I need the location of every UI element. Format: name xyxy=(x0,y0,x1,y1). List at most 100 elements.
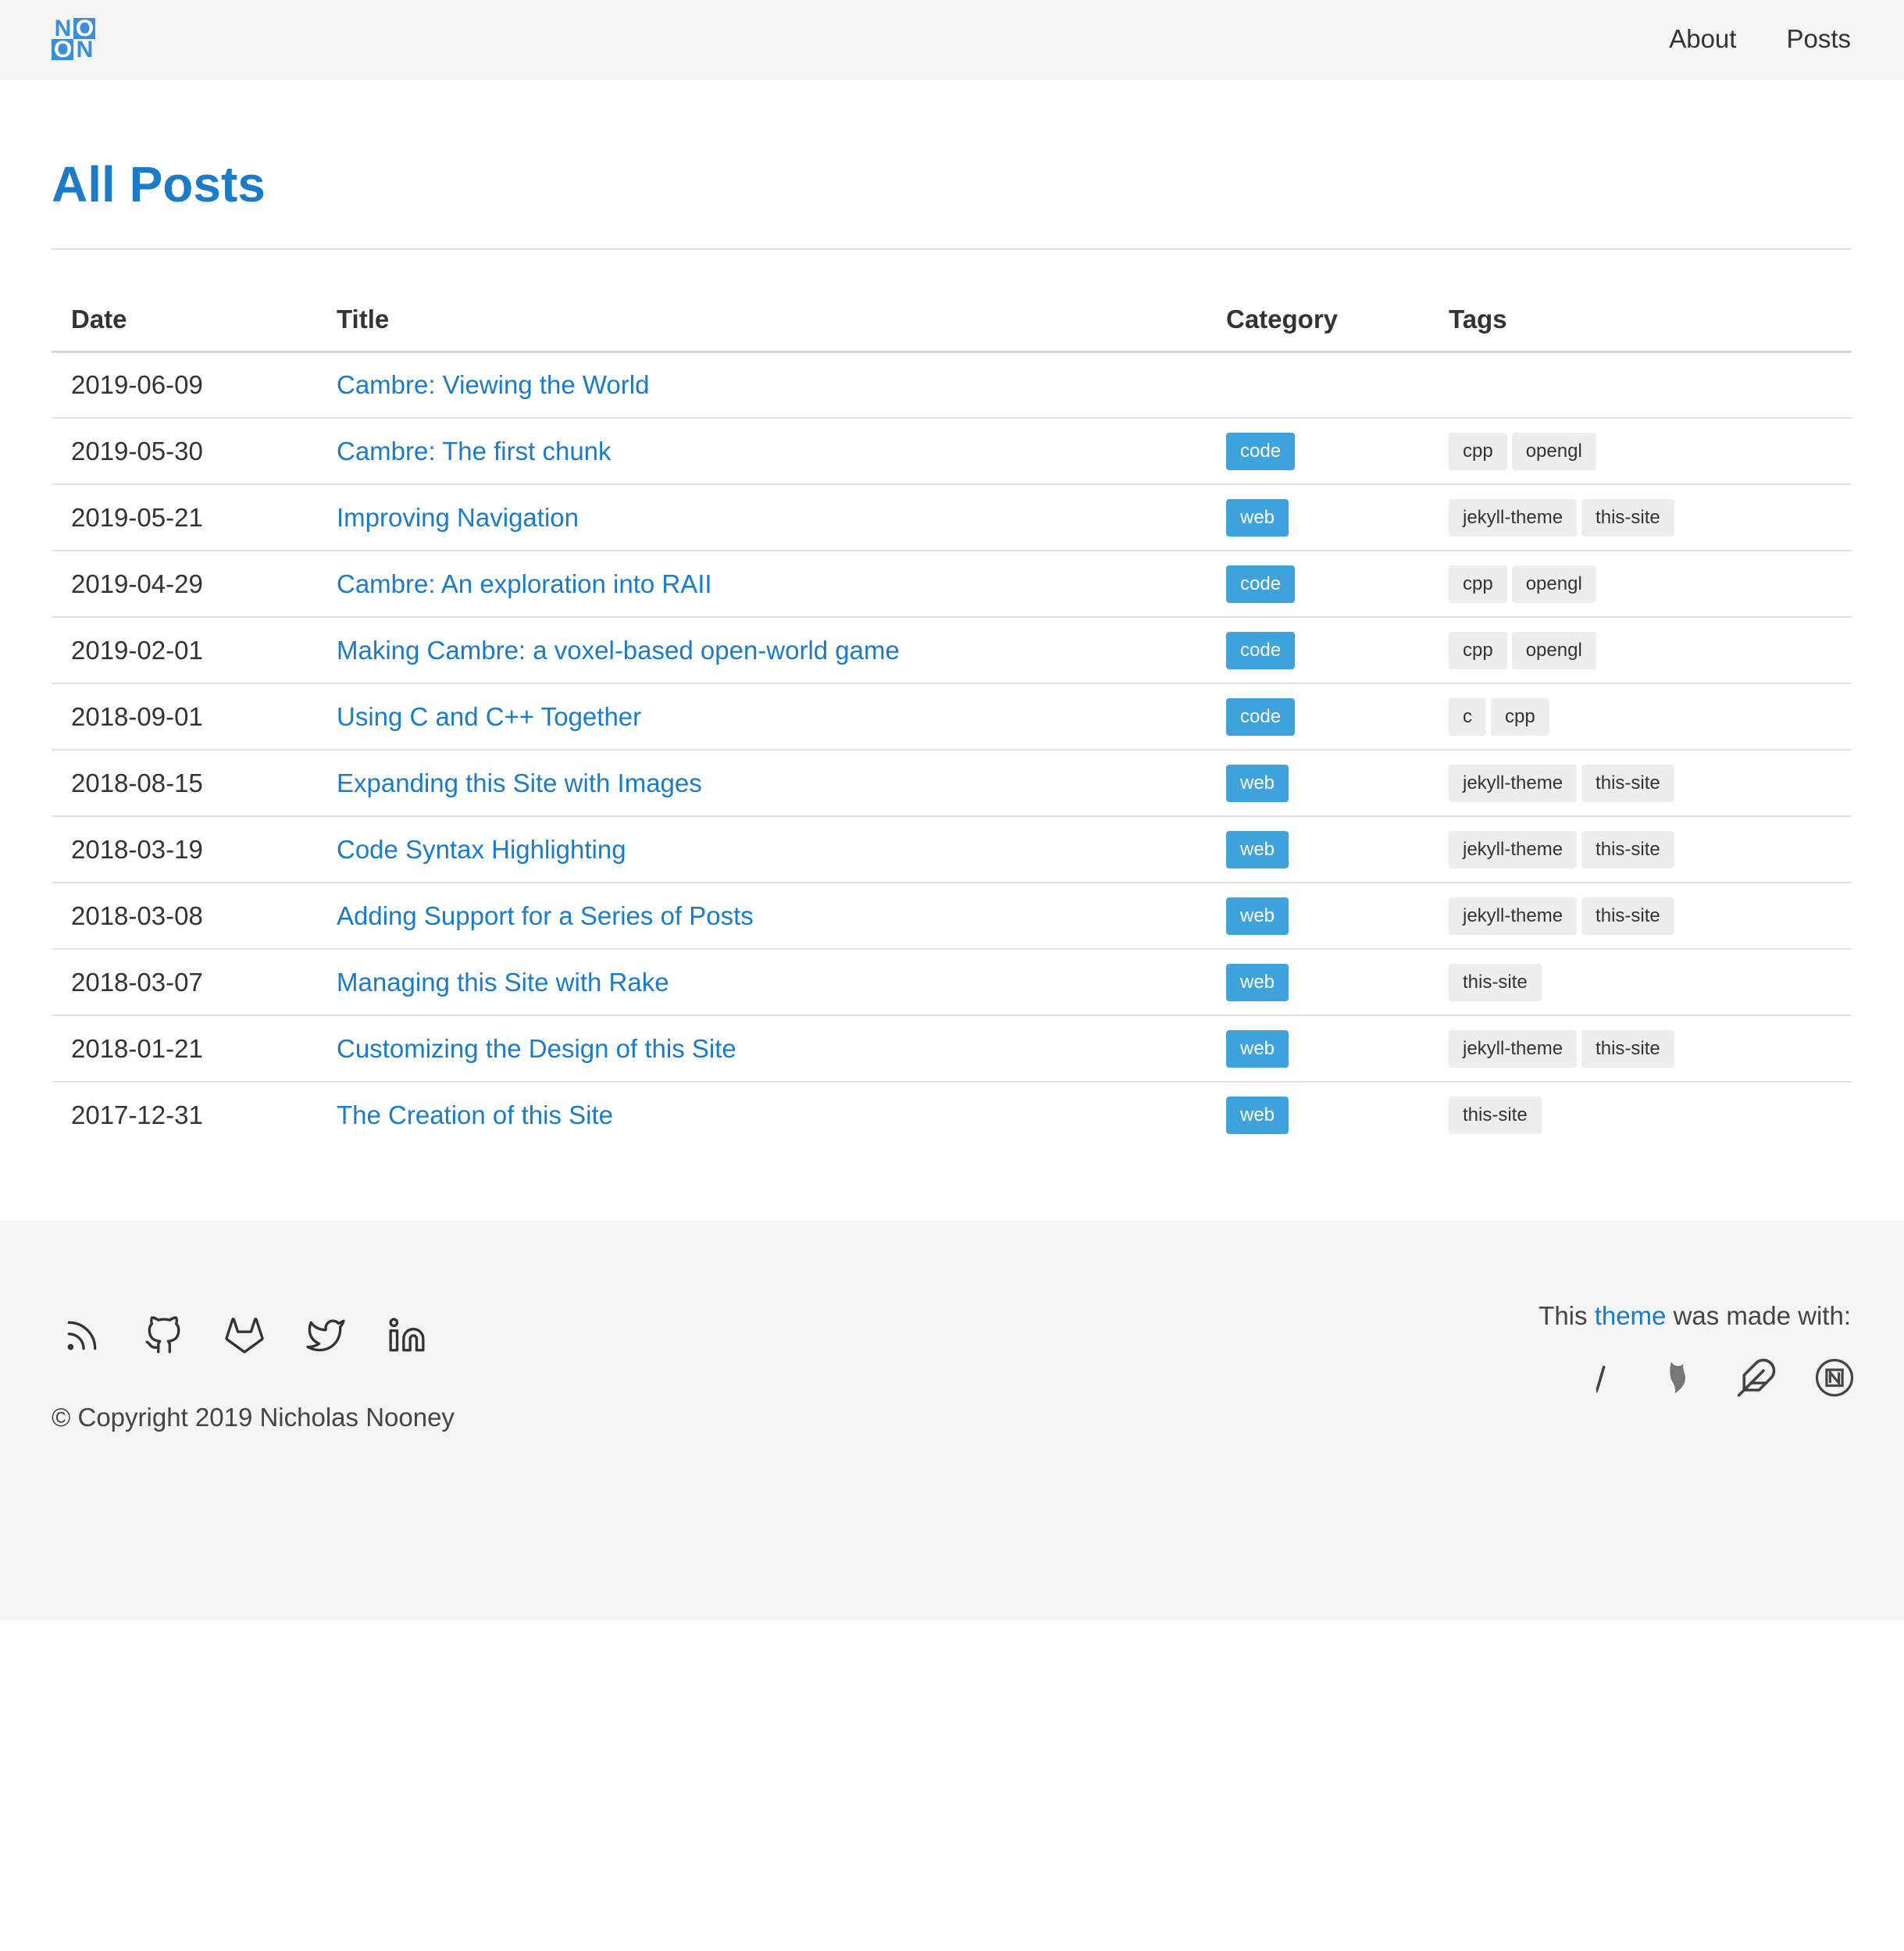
category-badge[interactable]: web xyxy=(1226,1029,1289,1068)
post-date: 2019-05-30 xyxy=(52,418,317,485)
category-badge[interactable]: web xyxy=(1226,498,1289,537)
post-title-link[interactable]: Using C and C++ Together xyxy=(337,702,641,731)
tag-badge[interactable]: cpp xyxy=(1449,565,1507,603)
nav-link-about[interactable]: About xyxy=(1669,22,1736,56)
tag-badge[interactable]: jekyll-theme xyxy=(1449,498,1578,537)
tag-badge[interactable]: cpp xyxy=(1449,432,1507,470)
post-date: 2019-04-29 xyxy=(52,551,317,618)
table-row: 2018-03-07 Managing this Site with Rake we… xyxy=(52,949,1852,1016)
post-title-link[interactable]: Making Cambre: a voxel-based open-world … xyxy=(337,636,900,665)
post-tags-cell: this-site xyxy=(1429,949,1852,1016)
main-nav: About Posts xyxy=(1669,22,1851,56)
post-tags-cell: jekyll-theme this-site xyxy=(1429,1015,1852,1083)
post-date: 2018-08-15 xyxy=(52,750,317,817)
post-date: 2018-03-19 xyxy=(52,816,317,883)
post-category-cell: web xyxy=(1207,1082,1429,1148)
nav-link-posts[interactable]: Posts xyxy=(1786,22,1851,56)
netlify-icon[interactable] xyxy=(1813,1357,1856,1399)
post-title-cell: Cambre: Viewing the World xyxy=(317,351,1207,419)
tag-badge[interactable]: cpp xyxy=(1449,631,1507,669)
post-title-link[interactable]: Improving Navigation xyxy=(337,503,579,532)
category-badge[interactable]: web xyxy=(1226,1097,1289,1134)
post-title-link[interactable]: Cambre: Viewing the World xyxy=(337,370,649,399)
table-row: 2018-03-19 Code Syntax Highlighting web jek… xyxy=(52,816,1852,883)
table-row: 2018-09-01 Using C and C++ Together code c c… xyxy=(52,683,1852,751)
top-navbar: N O O N About Posts xyxy=(0,0,1904,80)
category-badge[interactable]: code xyxy=(1226,631,1296,669)
post-category-cell: code xyxy=(1207,683,1429,751)
post-title-cell: Cambre: The first chunk xyxy=(317,418,1207,485)
post-date: 2018-03-07 xyxy=(52,949,317,1016)
post-date: 2017-12-31 xyxy=(71,1100,203,1129)
table-row: 2018-03-08 Adding Support for a Series of… xyxy=(52,883,1852,950)
tag-badge[interactable]: this-site xyxy=(1581,1029,1674,1068)
twitter-icon[interactable] xyxy=(306,1316,345,1355)
theme-credit-suffix: was made with: xyxy=(1666,1301,1851,1330)
post-category-cell: code xyxy=(1207,617,1429,684)
category-badge[interactable]: web xyxy=(1226,963,1289,1001)
theme-credit: This theme was made with: xyxy=(1539,1299,1851,1333)
post-tags-cell: cpp opengl xyxy=(1429,418,1852,485)
category-badge[interactable]: code xyxy=(1226,432,1296,470)
feather-icon[interactable] xyxy=(1735,1357,1777,1399)
category-badge[interactable]: web xyxy=(1226,830,1289,868)
post-title-link[interactable]: Code Syntax Highlighting xyxy=(337,835,626,864)
post-title-link[interactable]: The Creation of this Site xyxy=(337,1100,613,1129)
gitlab-icon[interactable] xyxy=(225,1316,264,1355)
github-icon[interactable] xyxy=(144,1316,183,1355)
tag-badge[interactable]: this-site xyxy=(1449,963,1542,1001)
post-tags-cell: c cpp xyxy=(1429,683,1852,751)
table-row: 2018-01-21 Customizing the Design of this… xyxy=(52,1015,1852,1083)
table-row: 2019-02-01 Making Cambre: a voxel-based o… xyxy=(52,617,1852,684)
tag-badge[interactable]: this-site xyxy=(1581,764,1674,802)
post-category-cell: web xyxy=(1207,484,1429,551)
post-title-link[interactable]: Expanding this Site with Images xyxy=(337,769,702,797)
table-row: 2018-08-15 Expanding this Site with Image… xyxy=(52,750,1852,817)
linkedin-icon[interactable] xyxy=(387,1316,426,1355)
category-badge[interactable]: code xyxy=(1226,565,1296,603)
post-title-link[interactable]: Cambre: The first chunk xyxy=(337,437,611,465)
theme-link[interactable]: theme xyxy=(1595,1301,1667,1330)
tag-badge[interactable]: jekyll-theme xyxy=(1449,830,1578,868)
tag-badge[interactable]: cpp xyxy=(1491,697,1549,736)
post-title-link[interactable]: Customizing the Design of this Site xyxy=(337,1034,736,1063)
tag-badge[interactable]: opengl xyxy=(1511,565,1596,603)
pencil-icon[interactable] xyxy=(1579,1357,1621,1399)
post-title-link[interactable]: Cambre: An exploration into RAII xyxy=(337,569,712,598)
bootstrap-icon[interactable] xyxy=(1657,1357,1699,1399)
tag-badge[interactable]: jekyll-theme xyxy=(1449,1029,1578,1068)
tag-badge[interactable]: this-site xyxy=(1581,830,1674,868)
post-title-link[interactable]: Managing this Site with Rake xyxy=(337,968,669,997)
table-header-row: Date Title Category Tags xyxy=(52,289,1852,353)
post-category-cell: code xyxy=(1207,551,1429,618)
tag-badge[interactable]: c xyxy=(1449,697,1486,736)
post-tags-cell: cpp opengl xyxy=(1429,551,1852,618)
tag-badge[interactable]: jekyll-theme xyxy=(1449,764,1578,802)
post-title-cell: Managing this Site with Rake xyxy=(317,949,1207,1016)
post-category-cell xyxy=(1207,351,1429,419)
tag-badge[interactable]: opengl xyxy=(1511,631,1596,669)
table-row: 2019-05-30 Cambre: The first chunk code cpp… xyxy=(52,418,1852,485)
tag-badge[interactable]: this-site xyxy=(1581,498,1674,537)
category-badge[interactable]: code xyxy=(1226,697,1296,736)
tag-badge[interactable]: opengl xyxy=(1511,432,1596,470)
site-logo[interactable]: N O O N xyxy=(52,16,95,62)
post-tags-cell: jekyll-theme this-site xyxy=(1429,750,1852,817)
table-row: 2019-04-29 Cambre: An exploration into RA… xyxy=(52,551,1852,618)
post-date: 2019-02-01 xyxy=(52,617,317,684)
tag-badge[interactable]: jekyll-theme xyxy=(1449,897,1578,935)
post-title-cell: Making Cambre: a voxel-based open-world … xyxy=(317,617,1207,684)
post-title-link[interactable]: Adding Support for a Series of Posts xyxy=(337,901,754,930)
tag-badge[interactable]: this-site xyxy=(1449,1097,1542,1134)
title-divider xyxy=(52,248,1852,250)
category-badge[interactable]: web xyxy=(1226,764,1289,802)
posts-table-body: 2019-06-09 Cambre: Viewing the World 2019-… xyxy=(52,351,1852,1148)
category-badge[interactable]: web xyxy=(1226,897,1289,935)
logo-letter: N xyxy=(54,16,72,41)
post-category-cell: code xyxy=(1207,418,1429,485)
post-tags-cell: jekyll-theme this-site xyxy=(1429,816,1852,883)
logo-letter: N xyxy=(76,37,94,62)
footer: © Copyright 2019 Nicholas Nooney This th… xyxy=(0,1221,1904,1621)
rss-icon[interactable] xyxy=(62,1316,102,1355)
tag-badge[interactable]: this-site xyxy=(1581,897,1674,935)
